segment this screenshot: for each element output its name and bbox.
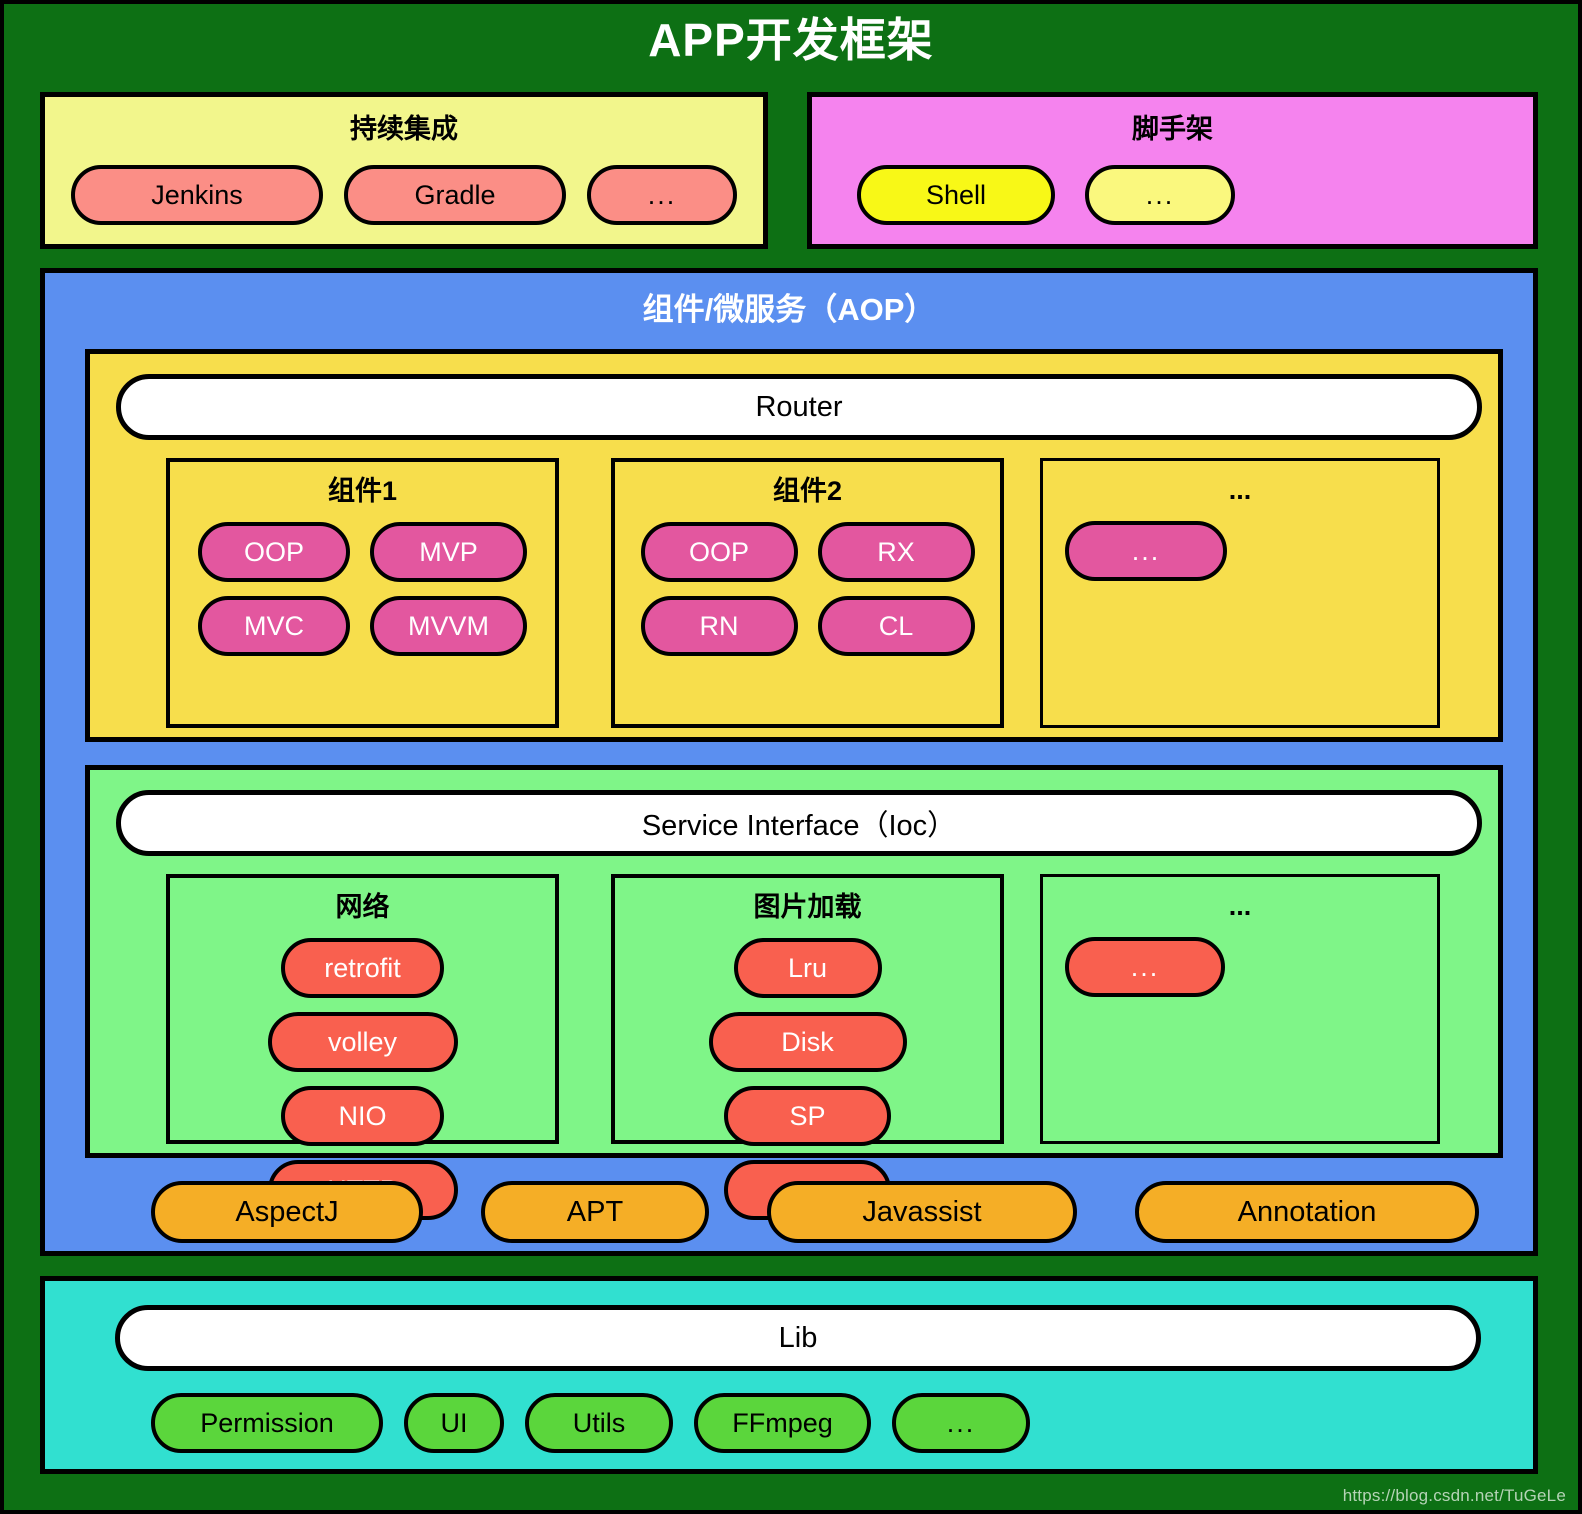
lib-pill-permission[interactable]: Permission <box>151 1393 383 1453</box>
router-pill-1-oop[interactable]: OOP <box>640 522 798 582</box>
service-pill-0-retrofit[interactable]: retrofit <box>281 938 444 998</box>
panel-component-microservice-aop: 组件/微服务（AOP） Router 组件1 OOP MVP MVC MVVM 组件2… <box>40 268 1538 1256</box>
subgroup-pills-service-more: ... <box>1043 937 1437 997</box>
subgroup-title-component-more: ... <box>1228 475 1252 505</box>
router-pill-2-item-0[interactable]: ... <box>1065 521 1227 581</box>
aop-tools-row: AspectJ APT Javassist Annotation <box>151 1181 1479 1243</box>
panel-scaffolding: 脚手架 Shell... <box>807 92 1538 249</box>
subgroup-network: 网络 retrofitvolleyNIOHTTP <box>166 874 559 1220</box>
service-pill-0-nio[interactable]: NIO <box>281 1086 444 1146</box>
panel-continuous-integration: 持续集成 Jenkins Gradle... <box>40 92 768 249</box>
aop-tool-annotation[interactable]: Annotation <box>1135 1181 1479 1243</box>
service-pill-1-lru[interactable]: Lru <box>733 938 882 998</box>
scaffold-pill-shell[interactable]: Shell <box>857 165 1055 225</box>
router-pill-0-mvvm[interactable]: MVVM <box>370 596 527 656</box>
panel-title-continuous-integration: 持续集成 <box>350 114 458 144</box>
ci-pill-gradle[interactable]: Gradle <box>344 165 566 225</box>
group-router: Router 组件1 OOP MVP MVC MVVM 组件2 OOP RX RN CL .… <box>85 349 1503 742</box>
subgroup-pills-component-more: ... <box>1043 521 1437 581</box>
scaffold-pill-item-1[interactable]: ... <box>1085 165 1235 225</box>
router-pill-1-rx[interactable]: RX <box>817 522 975 582</box>
router-pill-0-oop[interactable]: OOP <box>198 522 350 582</box>
lib-pill-utils[interactable]: Utils <box>525 1393 673 1453</box>
subgroup-component-more: ... ... <box>1040 458 1440 728</box>
banner-router: Router <box>116 374 1482 440</box>
subgroup-pills-network: retrofitvolleyNIOHTTP <box>170 938 555 1220</box>
ci-pill-row: Jenkins Gradle... <box>71 165 737 225</box>
subgroup-title-service-more: ... <box>1228 891 1252 921</box>
watermark: https://blog.csdn.net/TuGeLe <box>1342 1486 1566 1505</box>
lib-pill-ui[interactable]: UI <box>404 1393 504 1453</box>
banner-lib: Lib <box>115 1305 1481 1371</box>
app-framework-diagram: APP开发框架 持续集成 Jenkins Gradle... 脚手架 Shell.… <box>0 0 1582 1514</box>
ci-pill-item-2[interactable]: ... <box>587 165 737 225</box>
router-pill-1-rn[interactable]: RN <box>640 596 798 656</box>
subgroup-component-1: 组件1 OOP MVP MVC MVVM <box>166 458 559 728</box>
aop-tool-javassist[interactable]: Javassist <box>767 1181 1077 1243</box>
banner-service-interface: Service Interface（Ioc） <box>116 790 1482 856</box>
router-pill-0-mvc[interactable]: MVC <box>198 596 350 656</box>
subgroup-pills-image-loading: LruDiskSP... <box>615 938 1000 1220</box>
lib-pill-row: Permission UI Utils FFmpeg... <box>151 1393 1030 1453</box>
subgroup-pills-component-2: OOP RX RN CL <box>615 522 1000 656</box>
subgroup-title-image-loading: 图片加载 <box>753 892 862 922</box>
page-title: APP开发框架 <box>648 14 934 66</box>
ci-pill-jenkins[interactable]: Jenkins <box>71 165 323 225</box>
router-pill-0-mvp[interactable]: MVP <box>370 522 527 582</box>
service-pill-2-item-0[interactable]: ... <box>1065 937 1225 997</box>
group-service-interface: Service Interface（Ioc） 网络 retrofit volley… <box>85 765 1503 1220</box>
subgroup-title-component-2: 组件2 <box>772 476 843 506</box>
subgroup-component-2: 组件2 OOP RX RN CL <box>611 458 1004 728</box>
service-pill-1-sp[interactable]: SP <box>724 1086 891 1146</box>
panel-title-scaffolding: 脚手架 <box>1132 114 1213 144</box>
subgroup-service-more: ... ... <box>1040 874 1440 1144</box>
router-pill-1-cl[interactable]: CL <box>817 596 975 656</box>
service-pill-0-volley[interactable]: volley <box>267 1012 458 1072</box>
panel-title-component-microservice-aop: 组件/微服务（AOP） <box>642 292 936 327</box>
subgroup-title-network: 网络 <box>335 892 390 922</box>
aop-tool-apt[interactable]: APT <box>481 1181 709 1243</box>
lib-pill-ffmpeg[interactable]: FFmpeg <box>694 1393 871 1453</box>
service-pill-1-disk[interactable]: Disk <box>708 1012 907 1072</box>
scaffold-pill-row: Shell... <box>857 165 1235 225</box>
lib-pill-item-4[interactable]: ... <box>892 1393 1030 1453</box>
subgroup-title-component-1: 组件1 <box>327 476 398 506</box>
subgroup-pills-component-1: OOP MVP MVC MVVM <box>170 522 555 656</box>
subgroup-image-loading: 图片加载 LruDiskSP... <box>611 874 1004 1220</box>
panel-lib: Lib Permission UI Utils FFmpeg... <box>40 1276 1538 1474</box>
aop-tool-aspectj[interactable]: AspectJ <box>151 1181 423 1243</box>
